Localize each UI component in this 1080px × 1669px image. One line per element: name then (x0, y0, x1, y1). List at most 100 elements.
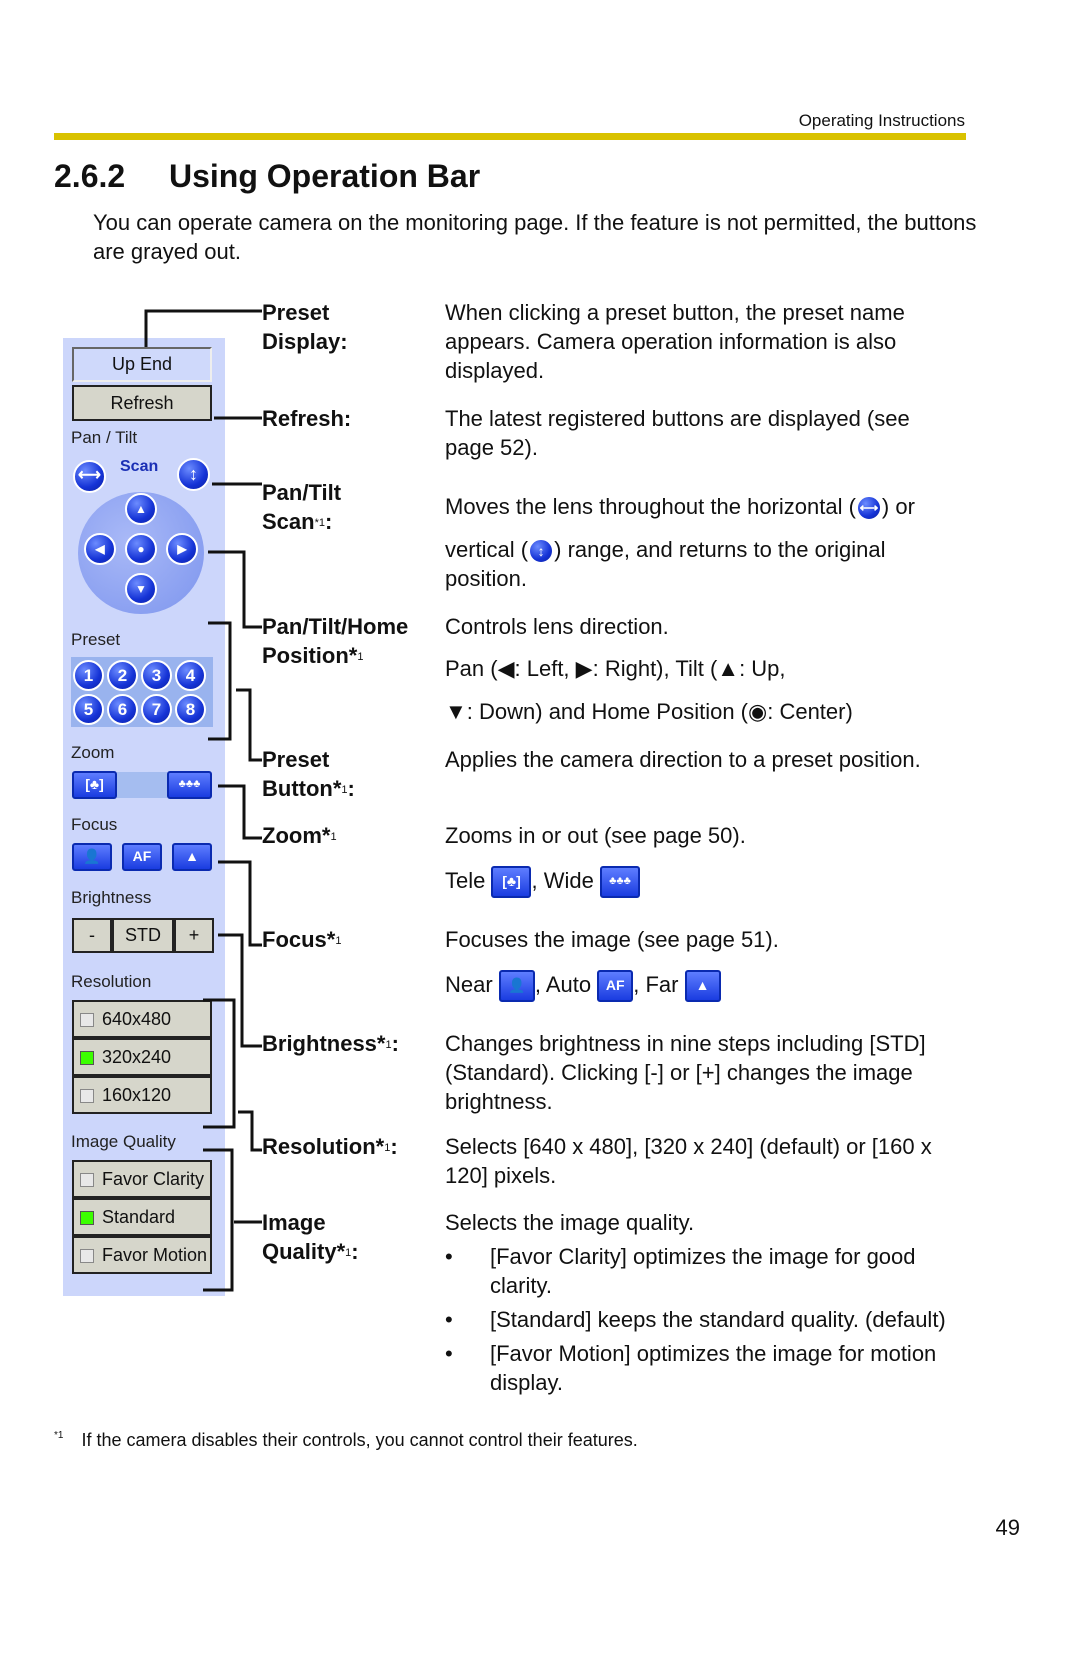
preset-button-4[interactable]: 4 (175, 660, 206, 691)
vertical-scan-button[interactable]: ↕ (177, 458, 210, 491)
zoom-tele-button[interactable]: [♣] (72, 771, 117, 799)
preset-button-8[interactable]: 8 (175, 694, 206, 725)
desc-scan-line2: vertical (↕) range, and returns to the o… (445, 535, 886, 565)
label-preset-display: Preset Display: (262, 300, 348, 354)
tilt-up-button[interactable]: ▲ (125, 493, 157, 525)
preset-display: Up End (72, 347, 212, 382)
wide-trees-icon: ♣♣♣ (178, 778, 201, 790)
label-refresh: Refresh: (262, 406, 352, 431)
image-quality-option[interactable]: Favor Motion (72, 1236, 212, 1274)
preset-button-2[interactable]: 2 (107, 660, 138, 691)
checked-box-icon (80, 1211, 94, 1226)
pan-tilt-label: Pan / Tilt (71, 428, 138, 447)
horizontal-scan-button[interactable]: ⟷ (73, 460, 106, 493)
up-icon: ▲ (717, 656, 740, 681)
option-label: Standard (102, 1207, 176, 1227)
person-icon: 👤 (83, 848, 101, 864)
home-position-button[interactable]: ● (125, 533, 157, 565)
far-icon: ▲ (684, 970, 721, 1003)
vertical-arrow-icon: ↕ (189, 464, 198, 484)
image-quality-option[interactable]: Favor Clarity (72, 1160, 212, 1198)
header-rule (54, 133, 966, 140)
option-label: 640x480 (102, 1009, 172, 1029)
focus-far-button[interactable]: ▲ (172, 843, 212, 871)
label-focus: Focus*1 (262, 927, 342, 952)
preset-button-1[interactable]: 1 (73, 660, 104, 691)
label-scan: Pan/Tilt Scan*1: (262, 480, 342, 534)
brightness-std-button[interactable]: STD (112, 918, 174, 953)
label-zoom: Zoom*1 (262, 823, 337, 848)
refresh-button[interactable]: Refresh (72, 385, 212, 421)
triangle-down-icon: ▼ (135, 582, 147, 596)
brightness-plus-button[interactable]: + (174, 918, 214, 953)
down-icon: ▼ (445, 699, 467, 724)
unchecked-box-icon (80, 1089, 94, 1104)
preset-button-6[interactable]: 6 (107, 694, 138, 725)
resolution-option[interactable]: 640x480 (72, 1000, 212, 1038)
option-label: 160x120 (102, 1085, 172, 1105)
tele-tree-icon: [♣] (85, 776, 104, 792)
near-icon: 👤 (498, 970, 535, 1003)
left-icon: ◀ (497, 656, 515, 681)
preset-button-3[interactable]: 3 (141, 660, 172, 691)
brightness-minus-button[interactable]: - (72, 918, 112, 953)
desc-preset-display: When clicking a preset button, the prese… (445, 300, 905, 383)
unchecked-box-icon (80, 1249, 94, 1264)
vertical-scan-icon: ↕ (528, 538, 555, 565)
resolution-option[interactable]: 320x240 (72, 1038, 212, 1076)
triangle-up-icon: ▲ (135, 502, 147, 516)
desc-scan-line3: position. (445, 566, 527, 591)
center-icon: ◉ (748, 699, 768, 724)
zoom-wide-button[interactable]: ♣♣♣ (167, 771, 212, 799)
wide-icon: ♣♣♣ (599, 866, 640, 899)
desc-brightness: Changes brightness in nine steps includi… (445, 1031, 926, 1114)
footnote: *1 If the camera disables their controls,… (54, 1430, 638, 1450)
brightness-label: Brightness (71, 888, 152, 907)
pan-left-button[interactable]: ◀ (84, 533, 116, 565)
connector-preset-button (236, 688, 262, 762)
image-quality-label: Image Quality (71, 1132, 176, 1151)
desc-image-quality: Selects the image quality. (445, 1210, 695, 1235)
focus-near-button[interactable]: 👤 (72, 843, 112, 871)
checked-box-icon (80, 1051, 94, 1066)
desc-pan-tilt-home-line3: ▼: Down) and Home Position (◉: Center) (445, 699, 853, 724)
option-label: Favor Motion (102, 1245, 208, 1265)
zoom-label: Zoom (71, 743, 115, 762)
zoom-bar (117, 772, 167, 798)
label-resolution: Resolution*1: (262, 1134, 398, 1159)
preset-button-7[interactable]: 7 (141, 694, 172, 725)
preset-button-5[interactable]: 5 (73, 694, 104, 725)
resolution-option[interactable]: 160x120 (72, 1076, 212, 1114)
intro-paragraph: You can operate camera on the monitoring… (93, 210, 977, 264)
page-number: 49 (995, 1515, 1020, 1540)
desc-focus-icons: Near 👤, Auto AF, Far ▲ (445, 970, 721, 1003)
resolution-label: Resolution (71, 972, 152, 991)
desc-preset-button: Applies the camera direction to a preset… (445, 747, 921, 772)
desc-resolution: Selects [640 x 480], [320 x 240] (defaul… (445, 1134, 932, 1188)
label-image-quality: Image Quality*1: (262, 1210, 359, 1264)
horizontal-scan-icon: ⟷ (855, 495, 882, 522)
unchecked-box-icon (80, 1013, 94, 1028)
label-preset-button: Preset Button*1: (262, 747, 355, 801)
desc-zoom-icons: Tele [♣], Wide ♣♣♣ (445, 866, 640, 899)
focus-auto-button[interactable]: AF (122, 843, 162, 871)
desc-focus: Focuses the image (see page 51). (445, 927, 779, 952)
unchecked-box-icon (80, 1173, 94, 1188)
desc-zoom: Zooms in or out (see page 50). (445, 823, 746, 848)
image-quality-option[interactable]: Standard (72, 1198, 212, 1236)
option-label: 320x240 (102, 1047, 172, 1067)
desc-pan-tilt-home-line2: Pan (◀: Left, ▶: Right), Tilt (▲: Up, (445, 656, 786, 681)
label-pan-tilt-home: Pan/Tilt/Home Position*1 (262, 614, 409, 668)
triangle-right-icon: ▶ (177, 542, 187, 556)
scan-label: Scan (120, 458, 159, 475)
focus-label: Focus (71, 815, 118, 834)
home-dot-icon: ● (137, 542, 145, 556)
section-title: 2.6.2 Using Operation Bar (54, 158, 480, 195)
pan-right-button[interactable]: ▶ (166, 533, 198, 565)
preset-label: Preset (71, 630, 121, 649)
desc-refresh: The latest registered buttons are displa… (445, 406, 910, 460)
running-header: Operating Instructions (798, 111, 965, 130)
connector-resolution (238, 1110, 262, 1152)
tilt-down-button[interactable]: ▼ (125, 573, 157, 605)
af-icon: AF (132, 848, 152, 864)
